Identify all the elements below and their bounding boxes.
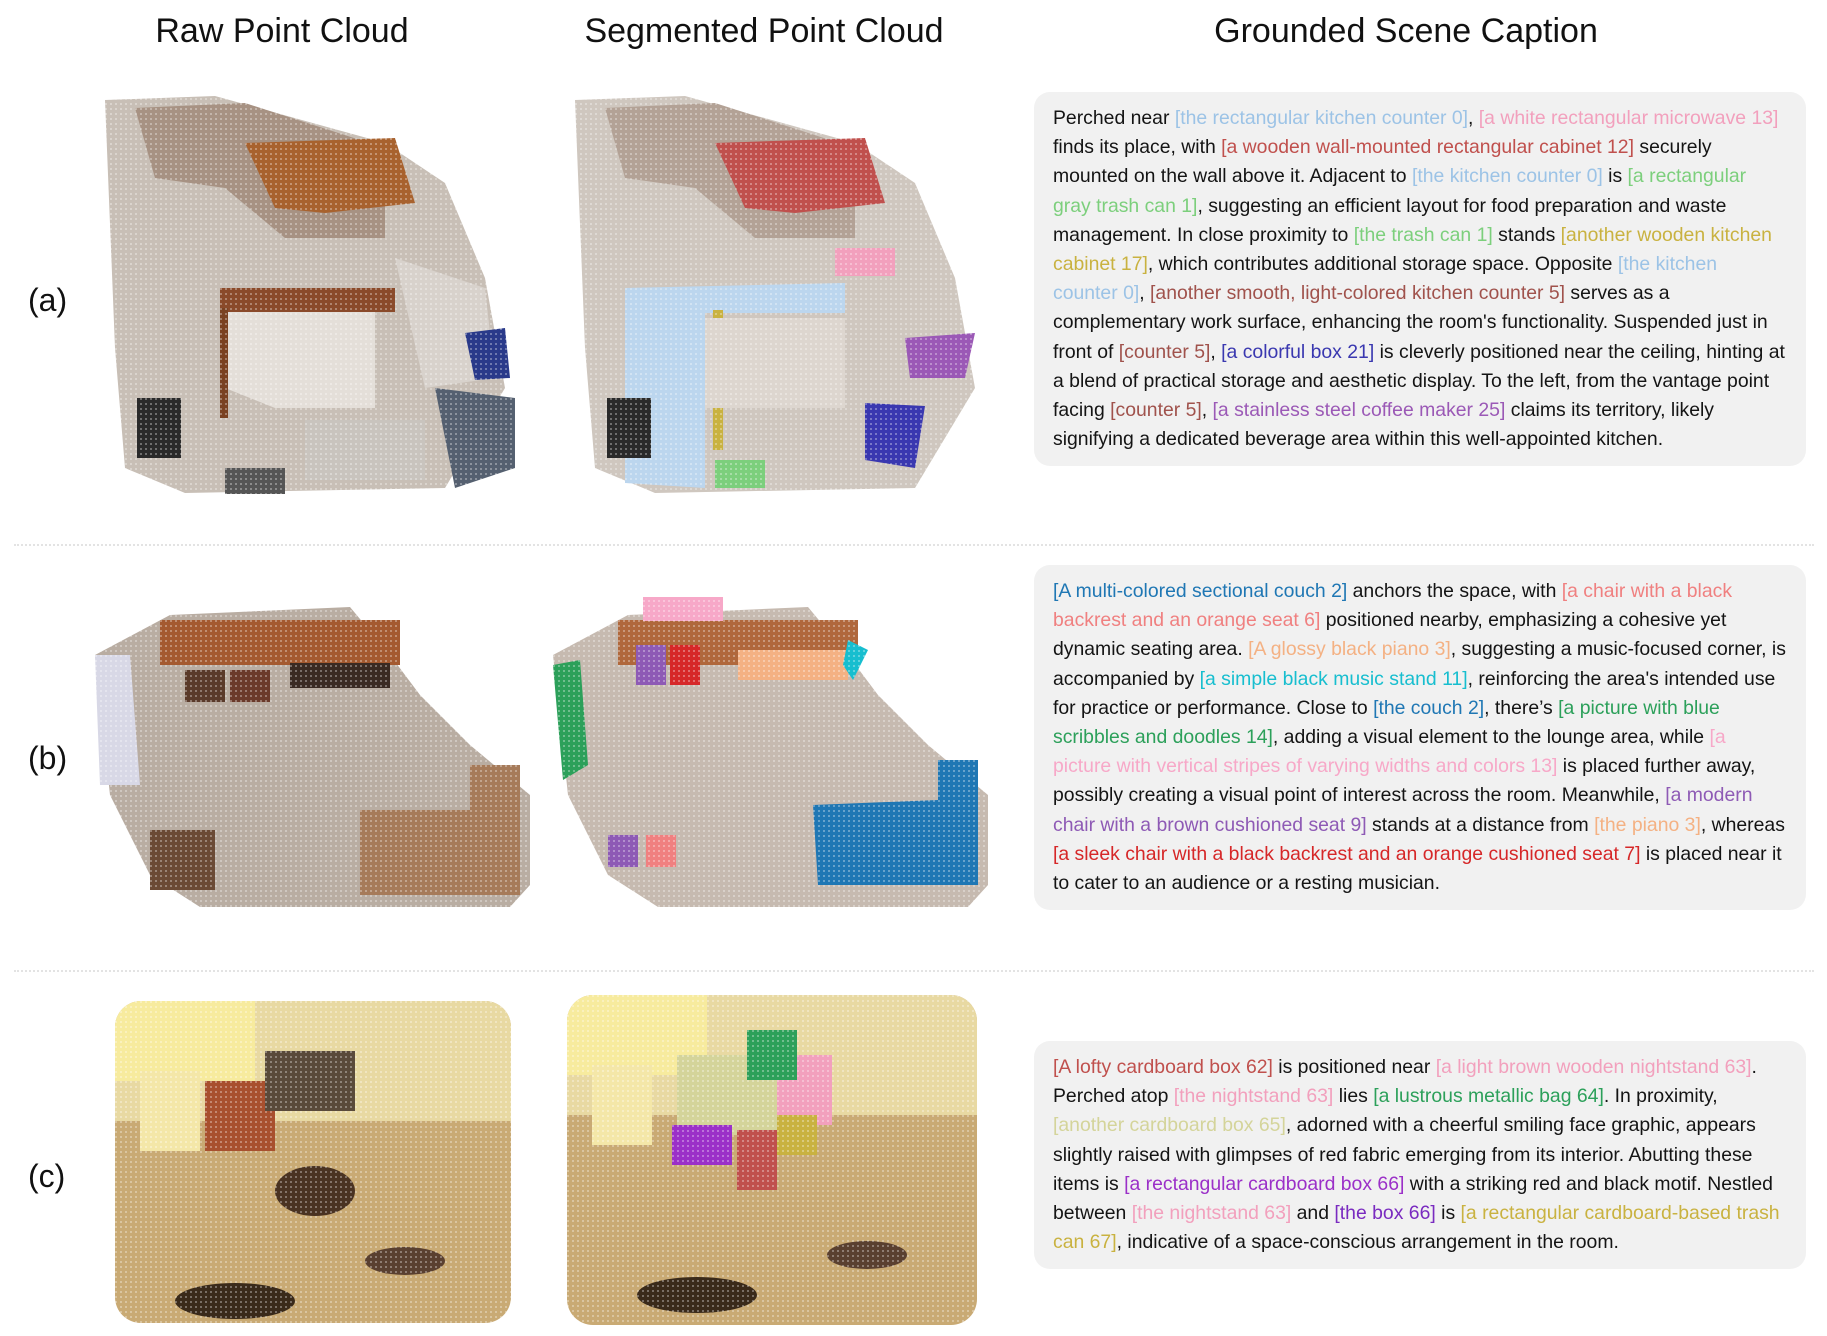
raw-point-cloud-bedroom	[115, 1001, 511, 1323]
caption-text: ,	[1210, 340, 1222, 363]
grounded-entity: [a white rectangular microwave 13]	[1478, 107, 1779, 129]
grounded-entity: [the nightstand 63]	[1131, 1202, 1292, 1225]
row-divider	[14, 970, 1814, 972]
grounded-entity: [the rectangular kitchen counter 0]	[1174, 107, 1469, 129]
caption-text: finds its place, with	[1053, 136, 1222, 159]
grounded-entity: [A multi-colored sectional couch 2]	[1053, 580, 1348, 602]
caption-text: stands at a distance from	[1366, 813, 1595, 836]
caption-text: ,	[1201, 399, 1213, 422]
caption-text: , whereas	[1700, 813, 1785, 836]
grounded-entity: [a simple black music stand 11]	[1199, 667, 1468, 690]
grounded-entity: [the couch 2]	[1373, 696, 1485, 719]
grounded-entity: [another smooth, light-colored kitchen c…	[1150, 282, 1566, 305]
segmented-point-cloud-lounge	[548, 585, 998, 907]
caption-text: and	[1291, 1202, 1335, 1225]
caption-text: is	[1435, 1202, 1461, 1225]
caption-text: . In proximity,	[1603, 1085, 1718, 1108]
segmented-point-cloud-bedroom	[567, 995, 977, 1325]
grounded-entity: [a stainless steel coffee maker 25]	[1212, 399, 1506, 422]
row-label-a: (a)	[28, 282, 68, 318]
caption-text: ,	[1468, 107, 1479, 129]
grounded-entity: [the trash can 1]	[1353, 223, 1493, 246]
caption-text: is positioned near	[1272, 1056, 1436, 1078]
segmented-point-cloud-kitchen	[565, 88, 1005, 498]
grounded-entity: [the nightstand 63]	[1173, 1085, 1334, 1108]
grounded-entity: [counter 5]	[1118, 340, 1211, 363]
header-raw: Raw Point Cloud	[155, 12, 409, 50]
grounded-entity: [a light brown wooden nightstand 63]	[1435, 1056, 1752, 1078]
grounded-entity: [a rectangular cardboard box 66]	[1124, 1172, 1405, 1195]
row-label-b: (b)	[28, 740, 68, 776]
caption-text: , which contributes additional storage s…	[1147, 253, 1618, 276]
grounded-entity: [a lustrous metallic bag 64]	[1373, 1085, 1604, 1108]
header-caption: Grounded Scene Caption	[1214, 12, 1598, 50]
header-segmented: Segmented Point Cloud	[584, 12, 944, 50]
row-divider	[14, 544, 1814, 546]
grounded-entity: [counter 5]	[1110, 399, 1202, 422]
grounded-entity: [A lofty cardboard box 62]	[1053, 1056, 1273, 1078]
caption-c: [A lofty cardboard box 62] is positioned…	[1034, 1041, 1806, 1270]
grounded-entity: [the piano 3]	[1594, 813, 1701, 836]
caption-text: anchors the space, with	[1347, 580, 1562, 602]
raw-point-cloud-lounge	[90, 585, 540, 907]
caption-text: ,	[1139, 282, 1151, 305]
grounded-entity: [the box 66]	[1334, 1202, 1436, 1225]
caption-a: Perched near [the rectangular kitchen co…	[1034, 92, 1806, 467]
caption-b: [A multi-colored sectional couch 2] anch…	[1034, 565, 1806, 911]
grounded-entity: [the kitchen counter 0]	[1411, 165, 1603, 188]
caption-text: is	[1602, 165, 1628, 188]
grounded-entity: [a colorful box 21]	[1221, 340, 1375, 363]
grounded-entity: [a wooden wall-mounted rectangular cabin…	[1221, 136, 1634, 159]
caption-text: , adding a visual element to the lounge …	[1272, 726, 1710, 749]
caption-text: lies	[1333, 1085, 1374, 1108]
row-label-c: (c)	[28, 1158, 66, 1194]
caption-text: , there’s	[1484, 696, 1559, 719]
grounded-entity: [A glossy black piano 3]	[1248, 638, 1451, 661]
caption-text: , indicative of a space-conscious arrang…	[1116, 1231, 1619, 1254]
raw-point-cloud-kitchen	[95, 88, 535, 498]
grounded-entity: [a sleek chair with a black backrest and…	[1053, 842, 1641, 865]
caption-text: stands	[1492, 223, 1561, 246]
caption-text: Perched near	[1053, 107, 1175, 129]
grounded-entity: [another cardboard box 65]	[1053, 1114, 1286, 1137]
